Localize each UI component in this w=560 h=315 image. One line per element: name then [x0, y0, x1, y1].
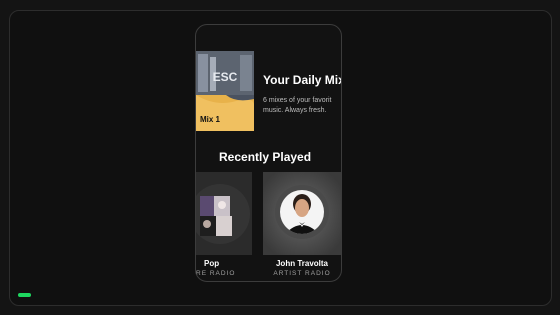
daily-mix-description-line-2: music. Always fresh.: [263, 107, 327, 114]
daily-mix-title: Your Daily Mix: [263, 73, 342, 87]
phone-screen: ESC Mix 1 Your Daily Mix 6 mixes of your…: [195, 24, 342, 282]
card-subtitle-pop: RE RADIO: [196, 270, 236, 277]
recently-played-card-pop[interactable]: Pop RE RADIO: [196, 172, 252, 281]
card-title-pop: Pop: [204, 259, 220, 268]
daily-mix-description-line-1: 6 mixes of your favorit: [263, 97, 332, 104]
recently-played-card-john-travolta[interactable]: John Travolta ARTIST RADIO: [263, 172, 341, 281]
progress-bar[interactable]: [18, 293, 74, 297]
cover-text: ESC: [213, 70, 238, 84]
card-title-john-travolta: John Travolta: [275, 259, 328, 268]
daily-mix-description: 6 mixes of your favorit music. Always fr…: [263, 96, 337, 116]
progress-fill: [18, 293, 31, 297]
pop-radio-artwork: [196, 172, 252, 255]
artist-radio-artwork: [263, 172, 341, 255]
card-subtitle-artist-radio: ARTIST RADIO: [273, 270, 331, 277]
recently-played-title: Recently Played: [219, 150, 312, 164]
daily-mix-cover-label: Mix 1: [200, 115, 221, 124]
